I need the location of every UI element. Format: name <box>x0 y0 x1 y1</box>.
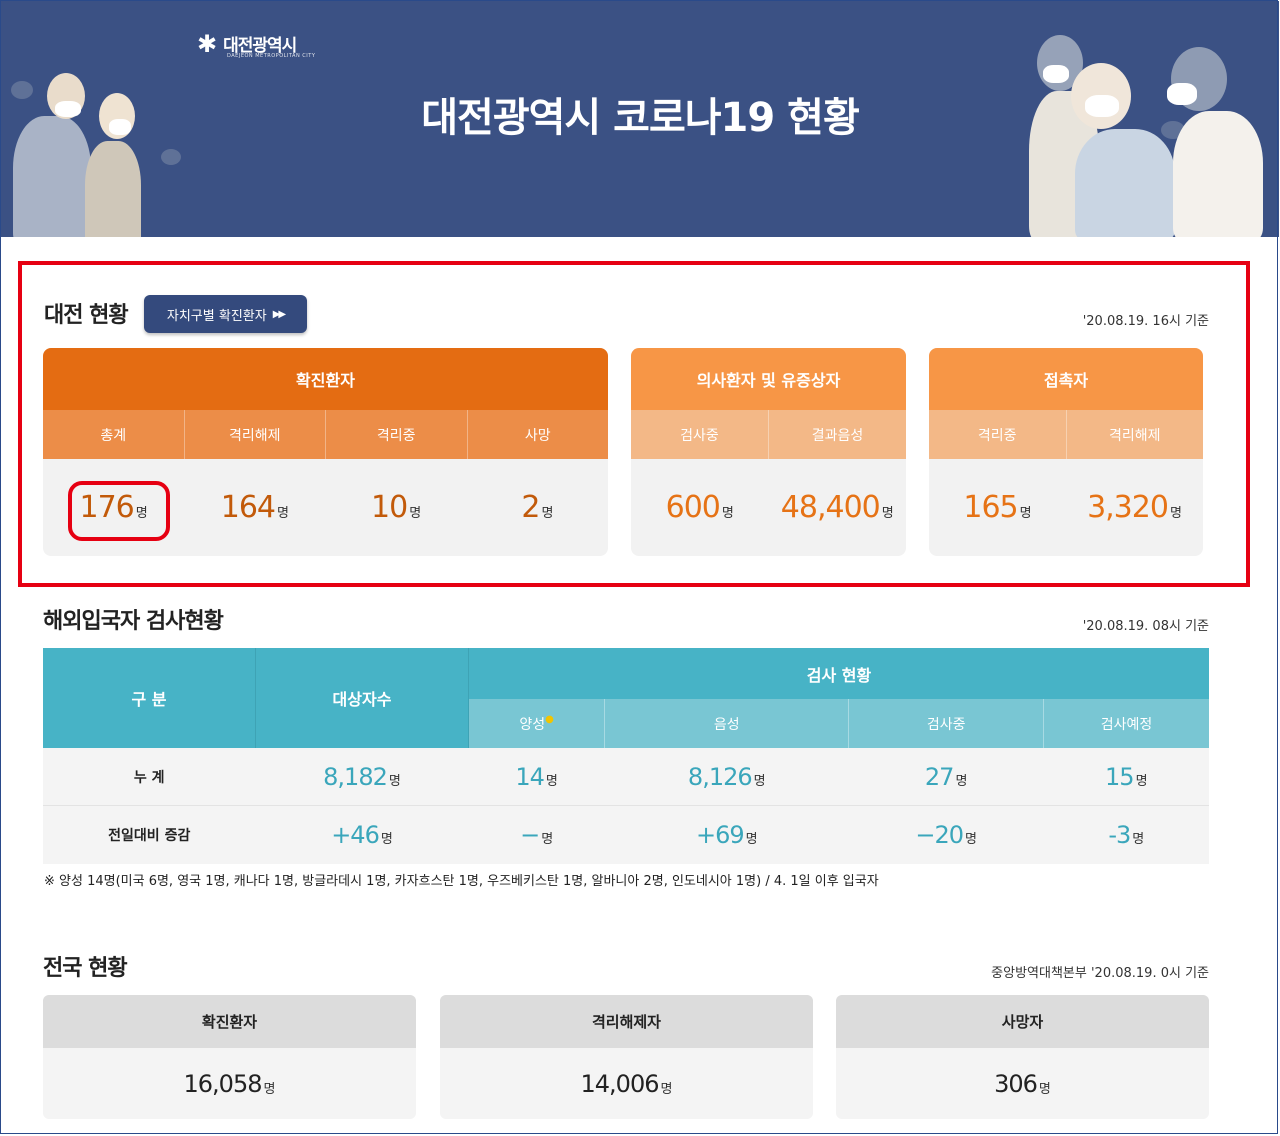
national-deaths-label: 사망자 <box>836 995 1209 1048</box>
col-released: 격리해제 <box>183 410 326 459</box>
value-contacts-isolated: 165 명 <box>963 490 1032 525</box>
row-label: 누 계 <box>43 748 256 806</box>
th-testing: 검사중 <box>848 699 1045 748</box>
national-basis-time: 중앙방역대책본부 '20.08.19. 0시 기준 <box>991 966 1209 981</box>
value-deaths: 2명 <box>521 490 554 525</box>
overseas-table: 구 분 대상자수 검사 현황 양성● 음성 검사중 검사예정 누 계 8,182… <box>43 648 1209 864</box>
region-confirmed-button[interactable]: 자치구별 확진환자 ▶▶ <box>144 295 307 333</box>
overseas-section-title: 해외입국자 검사현황 <box>43 609 224 634</box>
cell-testing: −20 명 <box>848 805 1044 864</box>
row-label: 전일대비 증감 <box>43 805 256 864</box>
th-test-status: 검사 현황 <box>468 648 1209 699</box>
col-total: 총계 <box>100 427 127 444</box>
national-deaths-card: 사망자 306 명 <box>836 995 1209 1119</box>
national-released-value: 14,006 명 <box>580 1069 673 1098</box>
cell-scheduled: 15 명 <box>1043 748 1209 806</box>
cell-negative: +69 명 <box>604 805 849 864</box>
person-illustration <box>85 141 141 237</box>
national-confirmed-value: 16,058 명 <box>183 1069 276 1098</box>
value-released: 164 명 <box>220 490 289 525</box>
city-logo-subtext: DAEJEON METROPOLITAN CITY <box>227 53 316 59</box>
national-deaths-value: 306 명 <box>994 1069 1051 1098</box>
col-contacts-isolated: 격리중 <box>977 427 1017 444</box>
confirmed-header: 확진환자 <box>43 348 608 410</box>
national-released-card: 격리해제자 14,006 명 <box>440 995 813 1119</box>
page-title: 대전광역시 코로나19 현황 <box>421 95 860 141</box>
th-scheduled: 검사예정 <box>1043 699 1209 748</box>
value-negative: 48,400 명 <box>780 490 894 525</box>
contacts-header: 접촉자 <box>929 348 1203 410</box>
value-contacts-released: 3,320 명 <box>1087 490 1182 525</box>
cell-targets: 8,182 명 <box>255 748 469 806</box>
col-testing: 검사중 <box>680 427 719 444</box>
th-category: 구 분 <box>43 648 256 748</box>
region-button-label: 자치구별 확진환자 <box>166 308 267 324</box>
col-isolated: 격리중 <box>325 410 467 459</box>
col-deaths: 사망 <box>466 410 609 459</box>
th-positive: 양성● <box>468 699 606 748</box>
cell-positive: − 명 <box>468 805 605 864</box>
overseas-basis-time: '20.08.19. 08시 기준 <box>1082 619 1209 634</box>
cell-positive: 14 명 <box>468 748 605 806</box>
highlight-circle <box>68 481 170 541</box>
national-confirmed-card: 확진환자 16,058 명 <box>43 995 416 1119</box>
cell-scheduled: -3 명 <box>1043 805 1209 864</box>
national-confirmed-label: 확진환자 <box>43 995 416 1048</box>
contacts-card: 접촉자 격리중 격리해제 165 명 3,320 명 <box>929 348 1203 556</box>
national-section-title: 전국 현황 <box>43 956 128 981</box>
cell-negative: 8,126 명 <box>604 748 849 806</box>
cell-testing: 27 명 <box>848 748 1044 806</box>
double-arrow-right-icon: ▶▶ <box>272 308 286 320</box>
daejeon-basis-time: '20.08.19. 16시 기준 <box>1082 314 1209 329</box>
value-testing: 600 명 <box>665 490 734 525</box>
daejeon-section-title: 대전 현황 <box>44 303 129 328</box>
mask-illustration <box>1043 65 1069 83</box>
city-logo: ✱ 대전광역시 DAEJEON METROPOLITAN CITY <box>197 29 315 60</box>
value-isolated: 10 명 <box>371 490 422 525</box>
dot-icon: ● <box>545 713 554 725</box>
positive-note: ※ 양성 14명(미국 6명, 영국 1명, 캐나다 1명, 방글라데시 1명,… <box>44 874 879 889</box>
cell-targets: +46 명 <box>255 805 469 864</box>
suspected-card: 의사환자 및 유증상자 검사중 결과음성 600 명 48,400 명 <box>631 348 906 556</box>
col-contacts-released: 격리해제 <box>1065 410 1204 459</box>
table-row: 전일대비 증감 +46 명 − 명 +69 명 −20 명 -3 명 <box>43 805 1209 864</box>
th-negative: 음성 <box>604 699 850 748</box>
suspected-header: 의사환자 및 유증상자 <box>631 348 906 410</box>
table-row: 누 계 8,182 명 14 명 8,126 명 27 명 15 명 <box>43 748 1209 806</box>
person-illustration <box>1075 129 1175 237</box>
dust-illustration <box>161 149 181 165</box>
col-negative: 결과음성 <box>768 410 906 459</box>
th-targets: 대상자수 <box>255 648 469 748</box>
header-banner: ✱ 대전광역시 DAEJEON METROPOLITAN CITY 대전광역시 … <box>1 1 1279 237</box>
national-released-label: 격리해제자 <box>440 995 813 1048</box>
city-emblem-icon: ✱ <box>197 29 218 58</box>
